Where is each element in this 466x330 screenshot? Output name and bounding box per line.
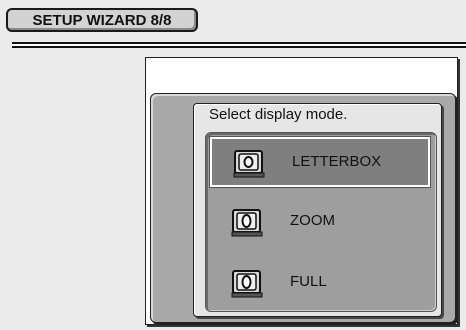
- wizard-title: SETUP WIZARD 8/8: [6, 8, 198, 32]
- option-label-letterbox: LETTERBOX: [292, 153, 382, 170]
- setup-screen: SETUP WIZARD 8/8 Select display mode. LE…: [0, 0, 466, 330]
- tv-icon: [233, 150, 265, 178]
- tv-icon: [231, 270, 263, 298]
- tv-icon: [231, 209, 263, 237]
- option-label-full: FULL: [290, 273, 327, 290]
- option-full[interactable]: FULL: [210, 259, 430, 309]
- dialog-prompt: Select display mode.: [209, 106, 348, 123]
- header-divider: [12, 42, 466, 48]
- option-zoom[interactable]: ZOOM: [210, 198, 430, 248]
- option-letterbox[interactable]: LETTERBOX: [209, 136, 431, 188]
- option-label-zoom: ZOOM: [290, 212, 335, 229]
